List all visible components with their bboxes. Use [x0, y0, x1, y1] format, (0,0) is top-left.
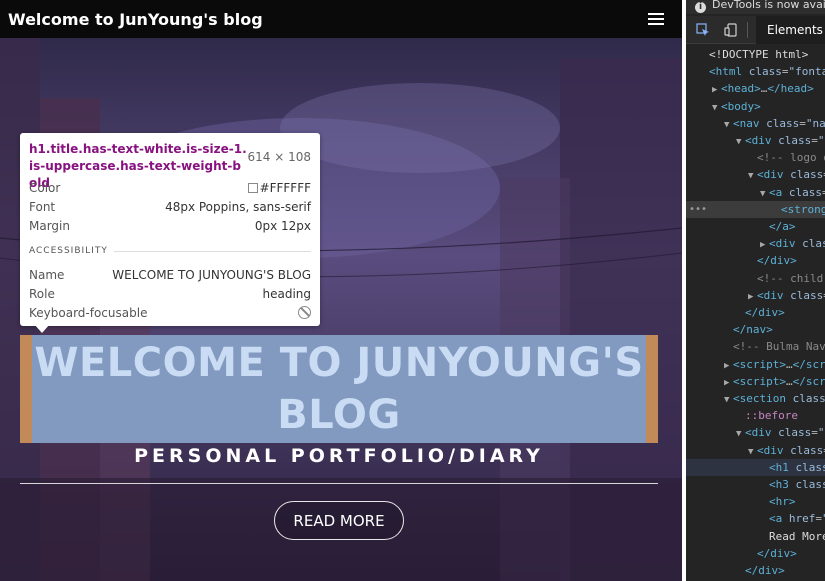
tooltip-row-keyboard: Keyboard-focusable — [29, 303, 311, 322]
tooltip-key: Keyboard-focusable — [29, 305, 148, 320]
tooltip-value: WELCOME TO JUNYOUNG'S BLOG — [112, 267, 311, 282]
expand-triangle-icon[interactable]: ▶ — [748, 289, 757, 304]
tooltip-row-name: Name WELCOME TO JUNYOUNG'S BLOG — [29, 265, 311, 284]
tooltip-row-role: Role heading — [29, 284, 311, 303]
tooltip-size: 614 × 108 — [247, 150, 312, 164]
tooltip-arrow — [34, 324, 50, 333]
hero-title: Welcome to JunYoung's blog — [34, 340, 644, 438]
devtools-info-text: DevTools is now avai — [712, 0, 825, 11]
collapse-triangle-icon[interactable]: ▼ — [760, 186, 769, 201]
dom-node-line[interactable]: </div> — [686, 252, 825, 269]
navbar-brand[interactable]: Welcome to JunYoung's blog — [8, 10, 263, 29]
tooltip-key: Color — [29, 180, 61, 195]
dom-node-line[interactable]: </a> — [686, 218, 825, 235]
dom-node-line[interactable]: ▶<script>…</scri — [686, 356, 825, 373]
collapse-triangle-icon[interactable]: ▼ — [736, 426, 745, 441]
dom-node-line[interactable]: ▼<div class=" — [686, 442, 825, 459]
tooltip-row-color: Color #FFFFFF — [29, 178, 311, 197]
dom-node-line[interactable]: <!-- Bulma Navb — [686, 338, 825, 355]
dom-node-line[interactable]: <hr> — [686, 493, 825, 510]
dom-node-line[interactable]: <!-- childre — [686, 270, 825, 287]
top-navbar: Welcome to JunYoung's blog — [0, 0, 682, 38]
info-icon: i — [695, 2, 706, 13]
expand-triangle-icon[interactable]: ▶ — [760, 237, 769, 252]
tooltip-value: #FFFFFF — [259, 180, 311, 195]
expand-triangle-icon[interactable]: ▶ — [712, 82, 721, 97]
dom-node-line[interactable]: <!-- logo or — [686, 149, 825, 166]
dom-node-line[interactable]: </div> — [686, 545, 825, 562]
dom-node-line[interactable]: ▶ <head>…</head> — [686, 80, 825, 97]
dom-node-line[interactable]: <h3 class= — [686, 476, 825, 493]
collapse-triangle-icon[interactable]: ▼ — [736, 134, 745, 149]
hero-subtitle: Personal Portfolio/Diary — [134, 445, 544, 467]
collapse-triangle-icon[interactable]: ▼ — [748, 444, 757, 459]
devtools-panel: i DevTools is now avai Elements <!DOCTYPE… — [686, 0, 825, 581]
dom-node-line[interactable]: <!DOCTYPE html> — [686, 46, 825, 63]
tooltip-value: 0px 12px — [254, 218, 311, 233]
collapse-triangle-icon[interactable]: ▼ — [724, 117, 733, 132]
dom-node-line[interactable]: ▼<nav class="nav — [686, 115, 825, 132]
dom-node-line[interactable]: Read More — [686, 528, 825, 545]
dom-node-line[interactable]: <html class="fontaw — [686, 63, 825, 80]
dom-node-line[interactable]: •••<strong> — [686, 200, 825, 218]
dom-node-line[interactable]: </div> — [686, 562, 825, 579]
device-toolbar-icon[interactable] — [724, 23, 738, 37]
devtools-toolbar: Elements — [686, 16, 825, 44]
color-swatch-icon — [247, 182, 258, 193]
read-more-button[interactable]: READ MORE — [274, 501, 404, 540]
dom-node-line[interactable]: ▶<div class=" — [686, 287, 825, 304]
tooltip-key: Name — [29, 267, 65, 282]
tooltip-key: Margin — [29, 218, 70, 233]
dom-node-line[interactable]: ▼<div class=" — [686, 166, 825, 183]
dom-node-line[interactable]: <a href="h — [686, 510, 825, 527]
collapse-triangle-icon[interactable]: ▼ — [748, 168, 757, 183]
inspect-tooltip: h1.title.has-text-white.is-size-1.is-upp… — [20, 133, 320, 333]
dom-node-line[interactable]: <h1 class= — [686, 458, 825, 476]
hero-divider — [20, 483, 658, 484]
expand-triangle-icon[interactable]: ▶ — [724, 358, 733, 373]
not-focusable-icon — [298, 306, 311, 319]
tooltip-value: heading — [262, 286, 311, 301]
tooltip-key: Role — [29, 286, 55, 301]
expand-triangle-icon[interactable]: ▶ — [724, 375, 733, 390]
dom-node-line[interactable]: ▼<div class="co — [686, 132, 825, 149]
tooltip-value: 48px Poppins, sans-serif — [165, 199, 311, 214]
tooltip-key: Font — [29, 199, 56, 214]
dom-node-line[interactable]: ▼<section class= — [686, 390, 825, 407]
dom-node-line[interactable]: ▼<a class=" — [686, 184, 825, 201]
dom-node-line[interactable]: </nav> — [686, 321, 825, 338]
toolbar-divider — [747, 22, 748, 38]
hamburger-menu-icon[interactable] — [648, 13, 664, 25]
dom-node-line[interactable]: ▼ <body> — [686, 98, 825, 115]
dom-node-line[interactable]: </div> — [686, 304, 825, 321]
page-viewport: Welcome to JunYoung's blog Welcome to Ju… — [0, 0, 682, 581]
inspect-element-icon[interactable] — [696, 23, 710, 37]
tooltip-row-font: Font 48px Poppins, sans-serif — [29, 197, 311, 216]
dom-node-line[interactable]: ▶<div class — [686, 235, 825, 252]
collapse-triangle-icon[interactable]: ▼ — [724, 392, 733, 407]
devtools-info-bar: i DevTools is now avai — [686, 0, 825, 14]
tab-elements[interactable]: Elements — [756, 16, 825, 44]
tooltip-section-accessibility: ACCESSIBILITY — [29, 246, 311, 256]
dom-node-line[interactable]: ▶<script>…</scri — [686, 373, 825, 390]
dom-node-line[interactable]: ▼<div class="he — [686, 424, 825, 441]
collapse-triangle-icon[interactable]: ▼ — [712, 100, 721, 115]
dom-node-line[interactable]: ::before — [686, 407, 825, 424]
more-options-icon[interactable]: ••• — [689, 201, 707, 218]
tooltip-row-margin: Margin 0px 12px — [29, 216, 311, 235]
